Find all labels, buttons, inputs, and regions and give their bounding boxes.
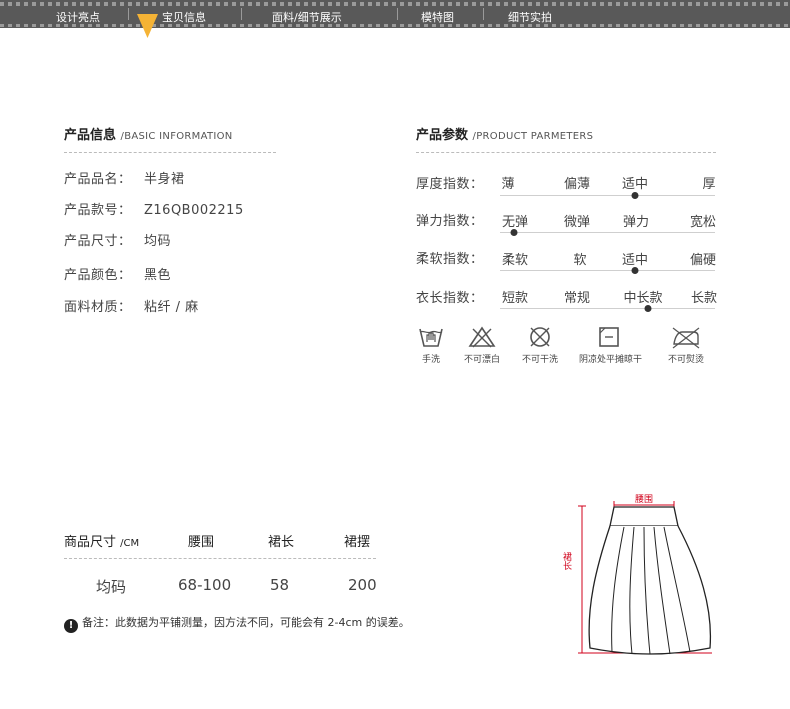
info-row-color: 产品颜色： 黑色 <box>64 268 172 283</box>
size-cell-hem: 200 <box>348 576 377 594</box>
param-option: 无弹 <box>501 215 529 230</box>
dry-flat-shade-icon <box>599 327 619 347</box>
no-iron-icon <box>672 327 700 349</box>
param-option: 偏薄 <box>563 177 591 192</box>
param-option: 薄 <box>501 177 515 192</box>
info-row-material: 面料材质： 粘纤 / 麻 <box>64 300 199 315</box>
nav-item-design[interactable]: 设计亮点 <box>56 9 100 25</box>
info-row-style-number: 产品款号： Z16QB002215 <box>64 203 244 218</box>
length-measure-label: 裙长 <box>561 551 572 571</box>
param-option: 适中 <box>621 177 649 192</box>
param-label-thickness: 厚度指数： <box>416 177 484 192</box>
param-scale-line <box>500 270 715 271</box>
param-option: 宽松 <box>689 215 717 230</box>
care-dry-flat-shade: 阴凉处平摊晾干 <box>579 325 643 365</box>
param-marker <box>644 305 652 312</box>
care-label: 不可干洗 <box>521 355 558 365</box>
size-col-hem: 裙摆 <box>344 535 371 550</box>
param-option: 弹力 <box>622 215 650 230</box>
size-table-header: 商品尺寸 /CM <box>64 535 140 550</box>
param-label-elasticity: 弹力指数： <box>416 214 484 229</box>
care-no-tumble-dry: 不可干洗 <box>510 325 570 365</box>
nav-item-product-info[interactable]: 宝贝信息 <box>162 9 206 25</box>
nav-stitch-bottom <box>0 24 790 27</box>
param-scale-line <box>500 195 715 196</box>
product-params-title: 产品参数 /PRODUCT PARMETERS <box>416 128 594 143</box>
hand-wash-icon <box>419 328 443 347</box>
param-marker <box>631 267 639 274</box>
care-no-bleach: 不可漂白 <box>452 325 512 365</box>
size-cell-size: 均码 <box>96 578 127 596</box>
no-bleach-icon <box>468 326 496 348</box>
param-option: 常规 <box>563 291 591 306</box>
param-option: 偏硬 <box>689 253 717 268</box>
nav-separator <box>241 8 242 20</box>
skirt-diagram: 腰围 裙长 <box>561 494 712 655</box>
param-label-length: 衣长指数： <box>416 291 484 306</box>
top-nav: 设计亮点 宝贝信息 面料/细节展示 模特图 细节实拍 <box>0 0 790 28</box>
size-col-length: 裙长 <box>268 535 295 550</box>
param-option: 厚 <box>702 177 716 192</box>
divider <box>64 152 276 153</box>
no-tumble-dry-icon <box>530 327 550 347</box>
nav-separator <box>483 8 484 20</box>
care-no-iron: 不可熨烫 <box>656 325 716 365</box>
param-scale-line <box>500 232 715 233</box>
active-nav-indicator-icon <box>137 14 158 38</box>
divider <box>416 152 716 153</box>
param-option: 中长款 <box>623 291 663 306</box>
size-cell-waist: 68-100 <box>178 576 232 594</box>
param-option: 适中 <box>621 253 649 268</box>
param-option: 软 <box>573 253 587 268</box>
care-label: 阴凉处平摊晾干 <box>579 355 643 365</box>
param-option: 微弹 <box>563 215 591 230</box>
measurement-note: ! 备注：此数据为平铺测量，因方法不同，可能会有 2-4cm 的误差。 <box>64 614 410 633</box>
size-cell-length: 58 <box>270 576 290 594</box>
care-label: 不可漂白 <box>463 355 500 365</box>
nav-separator <box>397 8 398 20</box>
nav-item-detail-photos[interactable]: 细节实拍 <box>508 9 552 25</box>
size-col-waist: 腰围 <box>188 535 215 550</box>
param-option: 长款 <box>690 291 718 306</box>
nav-separator <box>128 8 129 20</box>
param-option: 柔软 <box>501 253 529 268</box>
nav-item-fabric-details[interactable]: 面料/细节展示 <box>272 9 342 25</box>
exclamation-icon: ! <box>64 619 78 633</box>
param-scale-line <box>500 308 715 309</box>
param-marker <box>510 229 518 236</box>
care-label: 不可熨烫 <box>667 355 704 365</box>
info-row-name: 产品品名： 半身裙 <box>64 172 185 187</box>
nav-stitch-top <box>0 2 790 6</box>
nav-item-model[interactable]: 模特图 <box>421 9 454 25</box>
param-label-softness: 柔软指数： <box>416 252 484 267</box>
product-info-title: 产品信息 /BASIC INFORMATION <box>64 128 233 143</box>
param-option: 短款 <box>501 291 529 306</box>
waist-measure-label: 腰围 <box>635 494 653 505</box>
info-row-size: 产品尺寸： 均码 <box>64 234 172 249</box>
param-marker <box>631 192 639 199</box>
divider <box>64 558 376 559</box>
